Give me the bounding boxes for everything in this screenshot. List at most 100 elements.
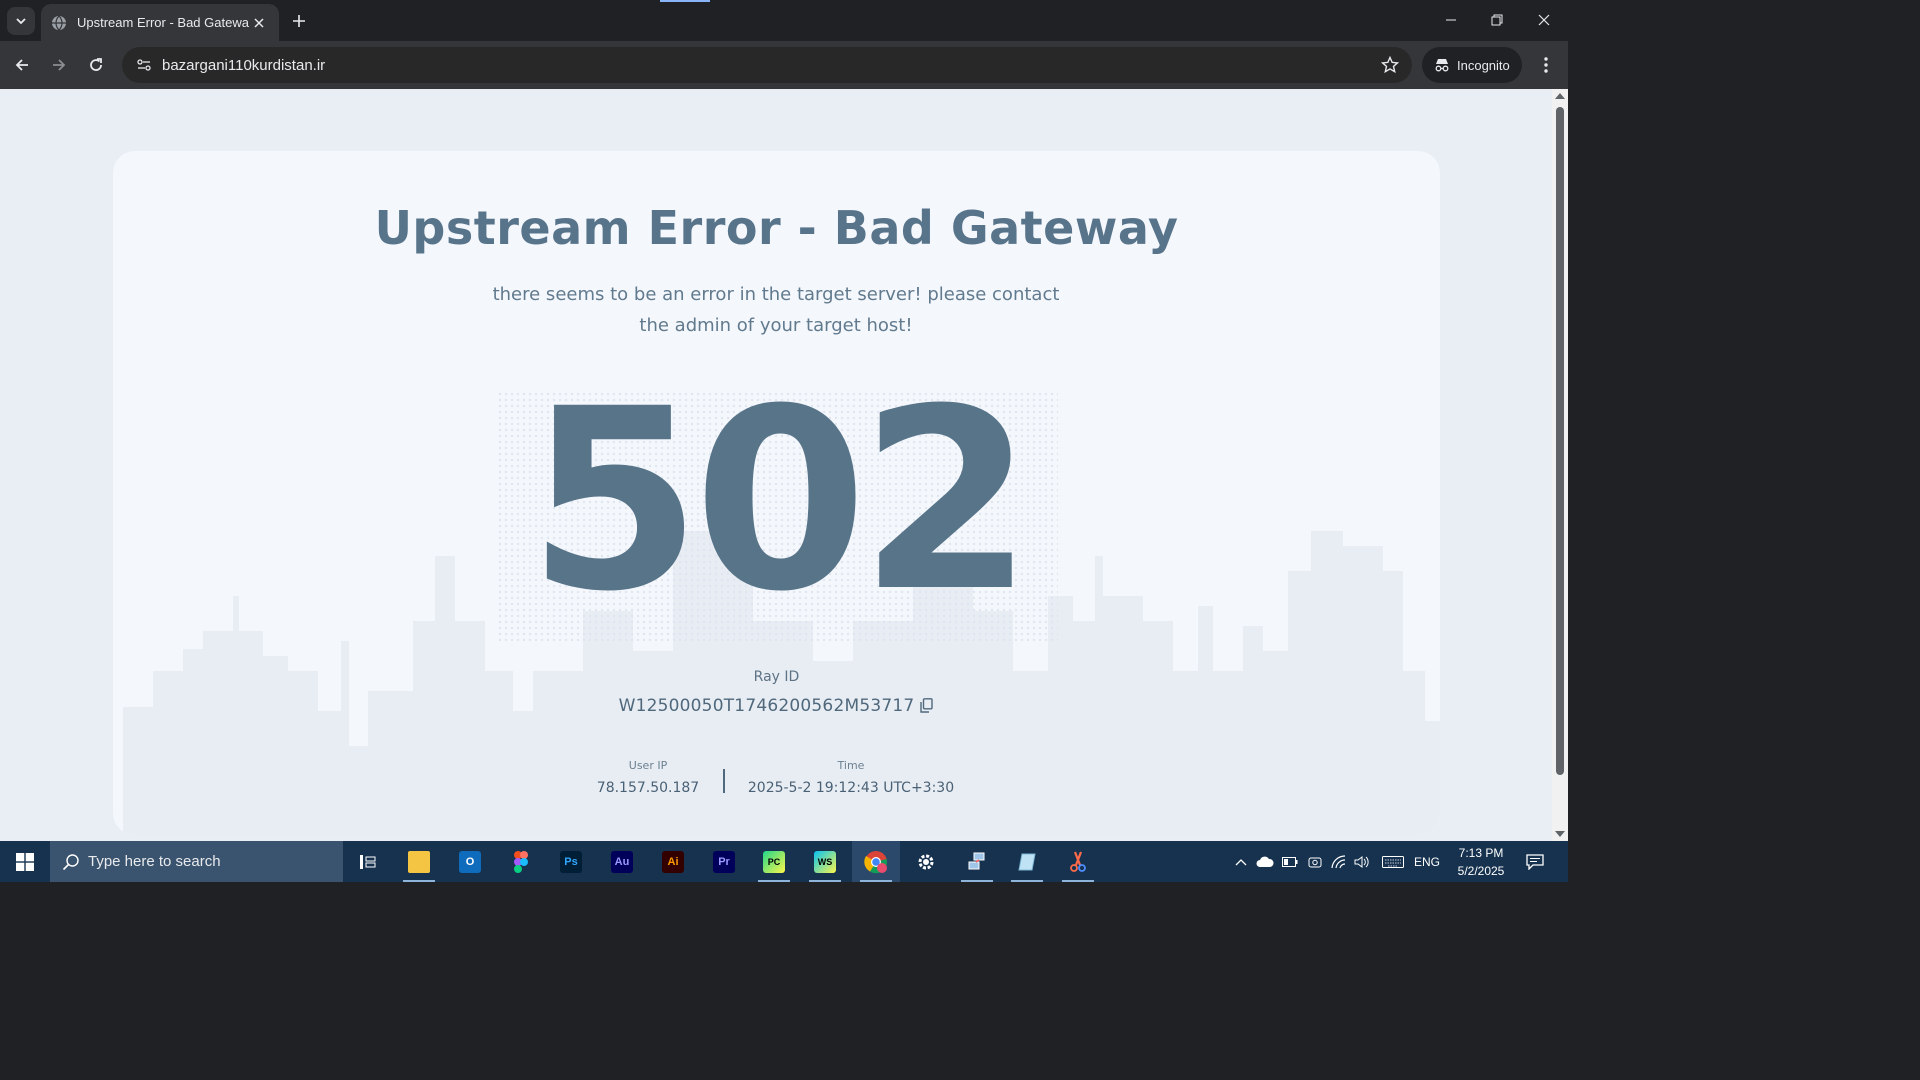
close-tab-icon[interactable] xyxy=(249,13,269,33)
taskbar-app-network-tool[interactable] xyxy=(953,841,1001,882)
keyboard-icon xyxy=(1382,855,1404,868)
close-window-button[interactable] xyxy=(1521,6,1567,34)
tab-title: Upstream Error - Bad Gateway xyxy=(77,15,249,30)
error-description-line-2: the admin of your target host! xyxy=(639,315,913,336)
speaker-icon xyxy=(1354,855,1369,868)
taskbar-app-snipping[interactable] xyxy=(1054,841,1102,882)
onedrive-tray-icon[interactable] xyxy=(1254,841,1276,882)
network-computers-icon xyxy=(968,852,985,869)
outlook-icon: O xyxy=(459,850,481,873)
cloud-icon xyxy=(1256,856,1274,867)
wifi-icon xyxy=(1331,854,1346,868)
page-title: Upstream Error - Bad Gateway xyxy=(374,201,1179,255)
audition-icon: Au xyxy=(611,850,633,873)
taskbar-app-figma[interactable] xyxy=(497,841,545,882)
taskbar-search[interactable]: Type here to search xyxy=(50,841,343,882)
user-ip-value: 78.157.50.187 xyxy=(596,780,700,796)
running-indicator xyxy=(961,880,993,882)
taskbar-app-task-view[interactable] xyxy=(344,841,392,882)
scrollbar-thumb[interactable] xyxy=(1556,107,1564,775)
notification-center-button[interactable] xyxy=(1520,841,1550,882)
tab-search-button[interactable] xyxy=(7,7,35,35)
taskbar-app-webstorm[interactable]: WS xyxy=(801,841,849,882)
scroll-up-icon[interactable] xyxy=(1555,93,1565,99)
gear-icon xyxy=(918,854,934,869)
search-placeholder: Type here to search xyxy=(88,853,221,870)
notepad-icon xyxy=(1018,853,1036,870)
touch-keyboard-tray-icon[interactable] xyxy=(1378,841,1408,882)
ray-id-row: W12500050T1746200562M53717 xyxy=(113,696,1440,716)
minimize-icon xyxy=(1446,19,1456,21)
taskbar-app-illustrator[interactable]: Ai xyxy=(649,841,697,882)
browser-menu-button[interactable] xyxy=(1534,51,1558,79)
show-hidden-icons-button[interactable] xyxy=(1230,841,1252,882)
taskbar-app-audition[interactable]: Au xyxy=(598,841,646,882)
address-bar[interactable]: bazargani110kurdistan.ir xyxy=(122,47,1412,83)
taskbar-app-outlook[interactable]: O xyxy=(446,841,494,882)
reload-button[interactable] xyxy=(82,51,110,79)
taskbar-app-photoshop[interactable]: Ps xyxy=(547,841,595,882)
chrome-icon xyxy=(864,850,888,873)
task-view-icon xyxy=(360,854,376,869)
input-language-indicator[interactable]: ENG xyxy=(1410,841,1444,882)
minimize-button[interactable] xyxy=(1428,6,1474,34)
running-indicator xyxy=(403,880,435,882)
reload-icon xyxy=(90,58,102,71)
taskbar-app-file-explorer[interactable] xyxy=(395,841,443,882)
start-button[interactable] xyxy=(0,841,50,882)
copy-icon[interactable] xyxy=(920,698,934,714)
camera-icon xyxy=(1308,857,1322,867)
site-info-icon[interactable] xyxy=(132,53,156,77)
user-ip-block: User IP 78.157.50.187 xyxy=(575,759,721,796)
restore-button[interactable] xyxy=(1474,6,1520,34)
taskbar-app-premiere[interactable]: Pr xyxy=(700,841,748,882)
back-button[interactable] xyxy=(8,51,36,79)
plus-icon xyxy=(293,15,305,27)
illustrator-icon: Ai xyxy=(662,850,684,873)
meet-now-tray-icon[interactable] xyxy=(1304,841,1326,882)
taskbar-app-pycharm[interactable]: PC xyxy=(750,841,798,882)
taskbar-app-notes[interactable] xyxy=(1003,841,1051,882)
browser-toolbar: bazargani110kurdistan.ir Incognito xyxy=(0,41,1568,89)
taskbar-app-settings[interactable] xyxy=(902,841,950,882)
running-indicator xyxy=(1062,880,1094,882)
taskbar-app-chrome[interactable] xyxy=(852,841,900,882)
folder-icon xyxy=(408,850,430,873)
new-tab-button[interactable] xyxy=(287,9,311,33)
battery-tray-icon[interactable] xyxy=(1279,841,1301,882)
forward-button[interactable] xyxy=(45,51,73,79)
taskbar-clock[interactable]: 7:13 PM 5/2/2025 xyxy=(1446,844,1516,880)
url-text: bazargani110kurdistan.ir xyxy=(162,56,326,74)
info-divider xyxy=(723,769,725,793)
ray-id-label: Ray ID xyxy=(753,669,800,685)
user-ip-label: User IP xyxy=(628,759,668,772)
scroll-down-icon[interactable] xyxy=(1555,831,1565,837)
top-indicator xyxy=(660,0,710,2)
browser-tab[interactable]: Upstream Error - Bad Gateway xyxy=(41,4,279,41)
globe-icon xyxy=(51,15,67,31)
running-indicator xyxy=(809,880,841,882)
error-card: Upstream Error - Bad Gateway there seems… xyxy=(113,151,1440,835)
wifi-tray-icon[interactable] xyxy=(1328,841,1350,882)
error-description: there seems to be an error in the target… xyxy=(476,279,1076,341)
tab-strip: Upstream Error - Bad Gateway xyxy=(0,0,1568,41)
time-value: 2025-5-2 19:12:43 UTC+3:30 xyxy=(747,780,955,796)
scissors-icon xyxy=(1070,851,1086,872)
kebab-menu-icon xyxy=(1544,57,1548,73)
page-viewport: Upstream Error - Bad Gateway there seems… xyxy=(0,89,1552,841)
volume-tray-icon[interactable] xyxy=(1351,841,1373,882)
arrow-right-icon xyxy=(53,59,66,71)
time-label: Time xyxy=(837,759,865,772)
clock-date: 5/2/2025 xyxy=(1457,864,1505,878)
incognito-indicator[interactable]: Incognito xyxy=(1422,47,1522,83)
bookmark-star-icon[interactable] xyxy=(1380,55,1400,75)
vertical-scrollbar[interactable] xyxy=(1552,89,1568,841)
running-indicator xyxy=(758,880,790,882)
restore-icon xyxy=(1491,14,1503,26)
incognito-label: Incognito xyxy=(1457,57,1510,73)
language-label: ENG xyxy=(1413,854,1440,869)
time-block: Time 2025-5-2 19:12:43 UTC+3:30 xyxy=(741,759,961,796)
premiere-icon: Pr xyxy=(713,850,735,873)
running-indicator xyxy=(860,880,892,882)
ray-id-value: W12500050T1746200562M53717 xyxy=(618,696,915,716)
